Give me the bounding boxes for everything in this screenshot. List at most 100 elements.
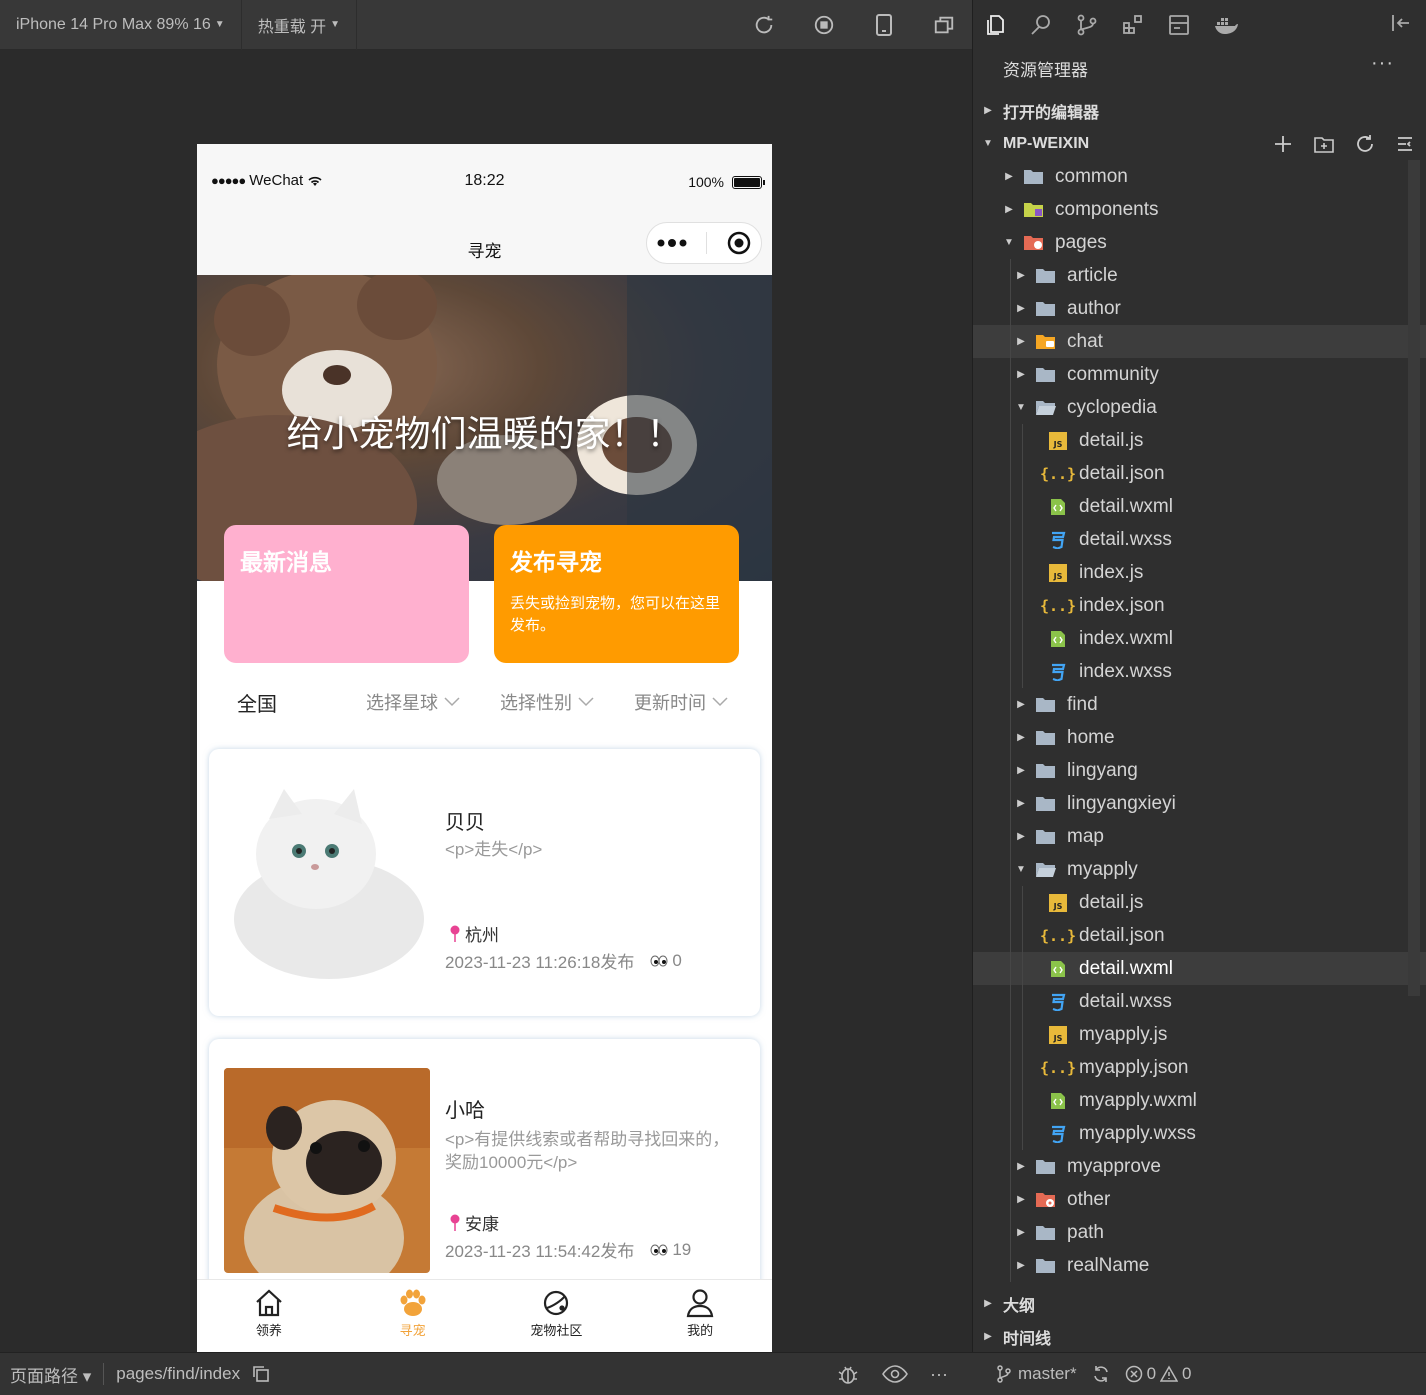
tree-folder[interactable]: ▶ myapprove (973, 1150, 1426, 1183)
detach-window-icon[interactable] (928, 9, 960, 41)
pet-card[interactable]: 贝贝 <p>走失</p> 杭州 2023-11-23 11:26:18发布 0 (209, 749, 760, 1016)
tree-item-label: index.js (1079, 561, 1144, 583)
collapse-panel-icon[interactable] (1390, 12, 1412, 34)
source-control-icon[interactable] (1075, 13, 1099, 37)
device-select[interactable]: iPhone 14 Pro Max 89% 16 ▼ (0, 0, 242, 50)
tree-folder[interactable]: ▶ components (973, 193, 1426, 226)
tree-folder[interactable]: ▶ home (973, 721, 1426, 754)
tree-file[interactable]: detail.wxml (973, 490, 1426, 523)
pet-publish-time: 2023-11-23 11:26:18发布 (445, 953, 635, 972)
tree-folder[interactable]: ▼ pages (973, 226, 1426, 259)
tree-file[interactable]: JS myapply.js (973, 1018, 1426, 1051)
timeline-section[interactable]: ▶ 时间线 (973, 1320, 1426, 1353)
tree-folder[interactable]: ▶ path (973, 1216, 1426, 1249)
tree-file[interactable]: JS detail.js (973, 886, 1426, 919)
project-section[interactable]: ▼ MP-WEIXIN (973, 127, 1426, 160)
more-icon[interactable]: ··· (1371, 52, 1394, 75)
tree-folder[interactable]: ▼ cyclopedia (973, 391, 1426, 424)
chevron-down-icon (444, 697, 460, 707)
extensions-icon[interactable] (1121, 13, 1145, 37)
more-icon[interactable]: ··· (930, 1364, 948, 1385)
outline-label: 大纲 (1003, 1297, 1036, 1315)
tree-file[interactable]: JS detail.js (973, 424, 1426, 457)
tree-folder[interactable]: ▶ lingyangxieyi (973, 787, 1426, 820)
explorer-panel: 资源管理器 ··· ▶ 打开的编辑器 ▼ MP-WEIXIN ▶ common ▶ c… (972, 0, 1426, 1352)
docker-icon[interactable] (1213, 13, 1239, 37)
eyes-icon (650, 1244, 668, 1255)
phone-icon[interactable] (868, 9, 900, 41)
open-editors-section[interactable]: ▶ 打开的编辑器 (973, 94, 1426, 127)
tree-folder[interactable]: ▶ common (973, 160, 1426, 193)
tree-folder[interactable]: ▶ other (973, 1183, 1426, 1216)
filter-gender[interactable]: 选择性别 (500, 689, 594, 715)
project-label: MP-WEIXIN (1003, 134, 1090, 152)
sync-icon[interactable] (1091, 1364, 1111, 1384)
storage-icon[interactable] (1167, 13, 1191, 37)
publish-find-card[interactable]: 发布寻宠 丢失或捡到宠物，您可以在这里发布。 (494, 525, 739, 663)
tree-file[interactable]: {..} index.json (973, 589, 1426, 622)
tree-file[interactable]: index.wxss (973, 655, 1426, 688)
refresh-icon[interactable] (1355, 134, 1375, 154)
tree-folder[interactable]: ▶ find (973, 688, 1426, 721)
folder-icon (1035, 1256, 1057, 1276)
copy-icon[interactable] (252, 1365, 270, 1383)
tree-file[interactable]: {..} myapply.json (973, 1051, 1426, 1084)
tree-folder[interactable]: ▶ lingyang (973, 754, 1426, 787)
problems-indicator[interactable]: 0 0 (1125, 1364, 1192, 1384)
eye-icon[interactable] (882, 1364, 908, 1384)
tree-file[interactable]: myapply.wxss (973, 1117, 1426, 1150)
latest-news-title: 最新消息 (240, 549, 332, 575)
filter-planet[interactable]: 选择星球 (366, 689, 460, 715)
filter-all[interactable]: 全国 (237, 688, 277, 717)
tree-folder[interactable]: ▶ article (973, 259, 1426, 292)
publish-find-desc: 丢失或捡到宠物，您可以在这里发布。 (510, 595, 721, 634)
error-count: 0 (1146, 1364, 1157, 1383)
stop-icon[interactable] (808, 9, 840, 41)
folder-icon (1035, 299, 1057, 319)
tree-item-label: other (1067, 1188, 1111, 1210)
chevron-right-icon: ▶ (1017, 303, 1025, 314)
tree-scrollbar[interactable] (1408, 160, 1420, 996)
filter-update-time[interactable]: 更新时间 (634, 689, 728, 715)
tree-folder[interactable]: ▶ author (973, 292, 1426, 325)
tree-file[interactable]: index.wxml (973, 622, 1426, 655)
pet-card[interactable]: 小哈 <p>有提供线索或者帮助寻找回来的，奖励10000元</p> 安康 202… (209, 1039, 760, 1299)
tree-file[interactable]: detail.wxss (973, 523, 1426, 556)
tree-folder[interactable]: ▶ realName (973, 1249, 1426, 1282)
new-file-icon[interactable] (1273, 134, 1293, 154)
folder-icon (1035, 365, 1057, 385)
hot-reload-select[interactable]: 热重载 开 ▼ (242, 0, 358, 50)
folder-icon (1035, 695, 1057, 715)
page-path-dropdown[interactable]: 页面路径 ▾ (10, 1362, 91, 1387)
close-target-icon[interactable] (727, 231, 751, 255)
tree-folder[interactable]: ▼ myapply (973, 853, 1426, 886)
outline-section[interactable]: ▶ 大纲 (973, 1287, 1426, 1320)
tree-file[interactable]: {..} detail.json (973, 457, 1426, 490)
tree-folder[interactable]: ▶ map (973, 820, 1426, 853)
tree-file[interactable]: detail.wxss (973, 985, 1426, 1018)
tree-file[interactable]: {..} detail.json (973, 919, 1426, 952)
tree-file[interactable]: detail.wxml (973, 952, 1426, 985)
tree-folder[interactable]: ▶ community (973, 358, 1426, 391)
more-icon[interactable] (657, 239, 687, 247)
tree-file[interactable]: myapply.wxml (973, 1084, 1426, 1117)
chevron-right-icon: ▶ (984, 1331, 992, 1342)
paw-icon (400, 1289, 426, 1316)
git-branch[interactable]: master* (996, 1364, 1077, 1384)
tree-file[interactable]: JS index.js (973, 556, 1426, 589)
refresh-icon[interactable] (748, 9, 780, 41)
collapse-all-icon[interactable] (1395, 134, 1415, 154)
tree-folder[interactable]: ▶ chat (973, 325, 1426, 358)
chevron-down-icon: ▼ (1016, 864, 1026, 875)
latest-news-card[interactable]: 最新消息 (224, 525, 469, 663)
tree-item-label: index.wxss (1079, 660, 1172, 682)
js-file-icon: JS (1047, 563, 1069, 583)
bug-icon[interactable] (836, 1362, 860, 1386)
menu-capsule[interactable] (646, 222, 762, 264)
new-folder-icon[interactable] (1313, 134, 1335, 154)
tree-item-label: detail.wxml (1079, 495, 1173, 517)
explorer-files-icon[interactable] (983, 13, 1007, 37)
status-bar-bottom: 页面路径 ▾ pages/find/index ··· master* 0 0 (0, 1352, 1426, 1395)
search-icon[interactable] (1029, 13, 1053, 37)
home-icon (256, 1289, 282, 1317)
